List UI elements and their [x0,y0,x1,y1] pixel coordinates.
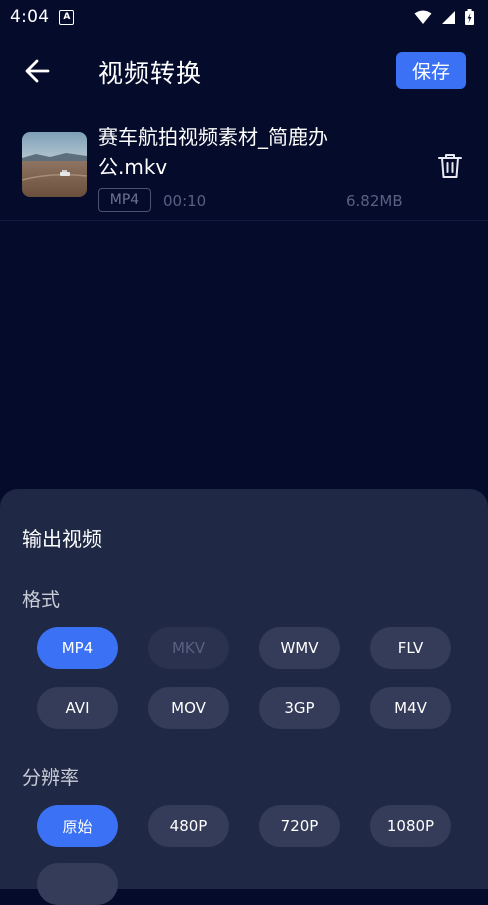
resolution-chip-original[interactable]: 原始 [37,805,118,847]
resolution-chip-720p[interactable]: 720P [259,805,340,847]
video-file-name: 赛车航拍视频素材_简鹿办公.mkv [98,125,328,179]
resolution-section-label: 分辨率 [22,767,80,789]
format-chip-wmv[interactable]: WMV [259,627,340,669]
sheet-title: 输出视频 [22,527,102,551]
resolution-chip-more[interactable] [37,863,118,905]
format-chip-m4v[interactable]: M4V [370,687,451,729]
format-section-label: 格式 [22,589,61,611]
page-title: 视频转换 [98,59,203,88]
notification-icon: A [59,9,75,25]
thumbnail-image [22,132,87,197]
status-time: 4:04 [10,7,50,27]
video-duration: 00:10 [163,192,207,210]
format-chip-3gp[interactable]: 3GP [259,687,340,729]
format-badge: MP4 [98,188,151,212]
output-settings-sheet: 输出视频 格式 MP4 MKV WMV FLV AVI MOV 3GP M4V … [0,489,488,905]
format-chip-mov[interactable]: MOV [148,687,229,729]
back-button[interactable] [22,56,54,86]
delete-button[interactable] [437,152,463,180]
format-chip-flv[interactable]: FLV [370,627,451,669]
resolution-chip-480p[interactable]: 480P [148,805,229,847]
save-button[interactable]: 保存 [396,52,466,89]
format-chip-mkv[interactable]: MKV [148,627,229,669]
status-left: 4:04 A [10,7,75,27]
wifi-icon [414,10,432,24]
app-bar: 视频转换 保存 [0,48,488,94]
battery-icon [465,9,474,25]
video-file-size: 6.82MB [346,192,403,210]
video-thumbnail[interactable] [22,132,87,197]
arrow-left-icon [25,59,50,83]
trash-icon [438,154,462,178]
format-chip-mp4[interactable]: MP4 [37,627,118,669]
resolution-chip-1080p[interactable]: 1080P [370,805,451,847]
status-bar: 4:04 A [0,0,488,34]
signal-icon [442,10,455,24]
status-right [414,9,474,25]
video-item: 赛车航拍视频素材_简鹿办公.mkv MP4 00:10 6.82MB [0,116,488,221]
format-chip-avi[interactable]: AVI [37,687,118,729]
